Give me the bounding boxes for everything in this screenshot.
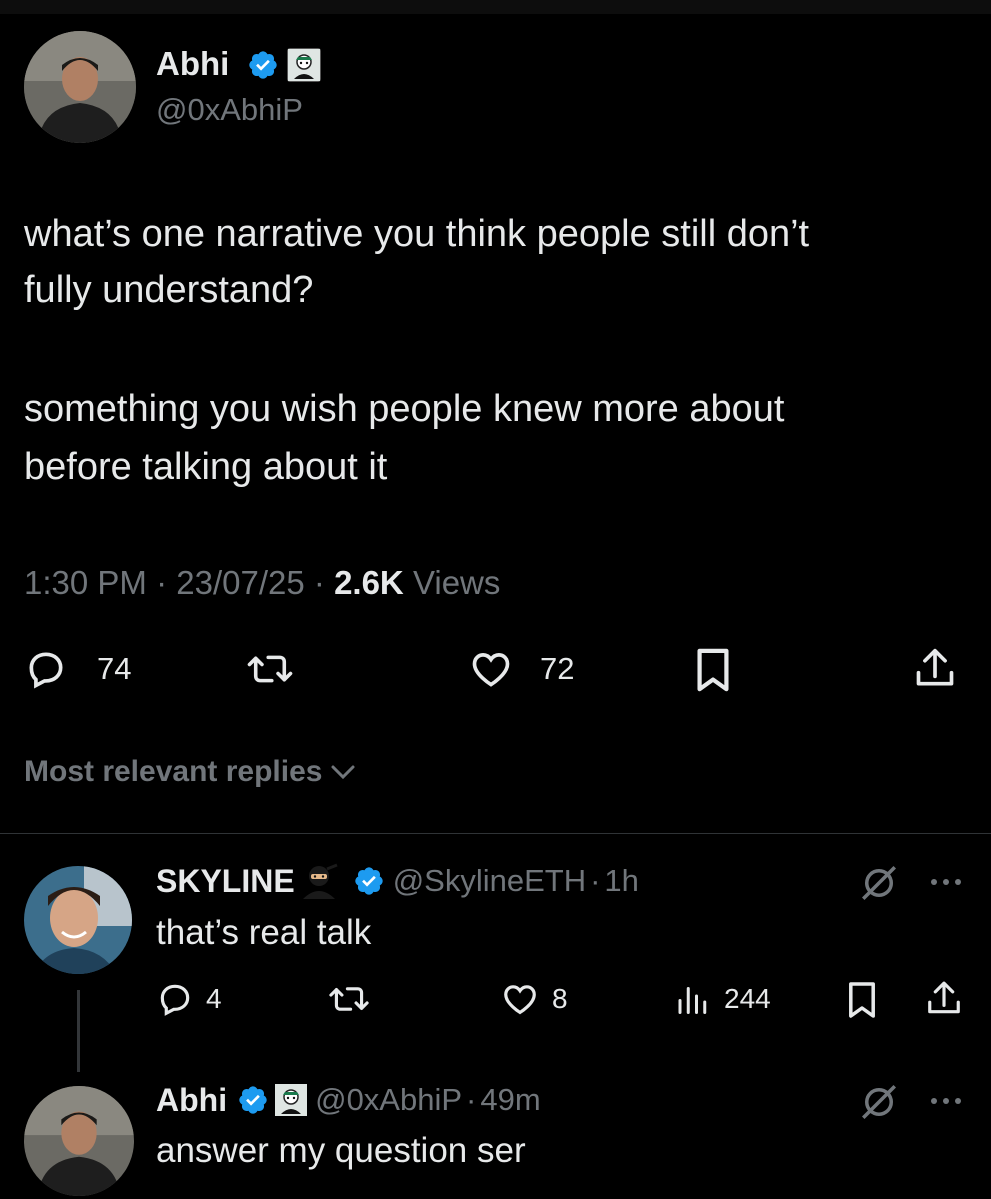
tweet-text-line-3: something you wish people knew more abou… [24,388,785,430]
affiliate-badge-icon [287,48,321,82]
author-handle[interactable]: @0xAbhiP [156,91,303,129]
repost-icon [247,655,293,683]
heart-icon [472,653,510,687]
author-name[interactable]: Abhi [156,44,229,84]
tweet-meta: 1:30 PM · 23/07/25 · 2.6K Views [24,563,500,603]
share-icon [916,648,954,686]
tweet-text-line-1: what’s one narrative you think people st… [24,213,810,255]
sort-label: Most relevant replies [24,755,323,788]
reply-button[interactable]: 4 [156,980,222,1018]
verified-badge-icon [247,49,279,86]
affiliate-badge-icon [275,1084,308,1116]
like-button[interactable]: 72 [468,647,574,691]
share-icon [928,981,960,1014]
meta-separator: · [313,564,325,601]
share-button[interactable] [913,645,957,693]
reply-author-handle[interactable]: @SkylineETH [393,862,586,900]
repost-button[interactable] [327,980,371,1018]
reply-count: 74 [97,651,132,686]
reply-icon [160,984,190,1016]
reply-avatar-abhi[interactable] [24,1086,134,1196]
like-count: 8 [552,983,568,1014]
grok-icon[interactable] [858,862,900,909]
tweet-time[interactable]: 1:30 PM [24,564,147,601]
analytics-icon [678,987,707,1014]
reply-header-skyline: SKYLINE @SkylineETH · 1h [156,862,639,900]
reply-author-handle[interactable]: @0xAbhiP [315,1081,462,1119]
grok-icon[interactable] [858,1081,900,1128]
bookmark-button[interactable] [846,980,878,1020]
reply-header-abhi: Abhi @0xAbhiP · 49m [156,1081,541,1119]
views-count: 2.6K [334,564,404,601]
meta-separator: · [590,863,601,898]
bookmark-icon [697,648,729,692]
author-avatar[interactable] [24,31,136,143]
reply-text: that’s real talk [156,913,372,952]
like-count: 72 [540,651,575,686]
reply-avatar-skyline[interactable] [24,866,132,974]
tweet-text-line-4: before talking about it [24,446,388,488]
heart-icon [504,985,536,1015]
reply-icon [29,652,63,689]
reply-button[interactable]: 74 [24,647,131,691]
reply-time[interactable]: 1h [604,862,638,900]
reply-author-name[interactable]: SKYLINE [156,862,295,900]
tweet-text-line-2: fully understand? [24,269,314,311]
tweet-date[interactable]: 23/07/25 [176,564,304,601]
meta-separator: · [156,564,168,601]
more-options-icon[interactable] [928,868,964,901]
views-count: 244 [724,983,771,1014]
like-button[interactable]: 8 [500,980,568,1018]
meta-separator: · [466,1082,477,1117]
repost-icon [329,987,369,1011]
ninja-emoji-icon [302,863,338,899]
more-options-icon[interactable] [928,1087,964,1120]
section-divider [0,833,991,834]
reply-author-name[interactable]: Abhi [156,1081,227,1119]
repost-button[interactable] [245,647,295,691]
reply-count: 4 [206,983,222,1014]
bookmark-button[interactable] [693,647,733,693]
reply-time[interactable]: 49m [480,1081,540,1119]
share-button[interactable] [925,978,963,1020]
status-strip [0,0,991,14]
reply-text: answer my question ser [156,1131,526,1170]
chevron-down-icon [331,765,355,780]
bookmark-icon [849,982,875,1018]
thread-line [77,990,80,1072]
views-label: Views [412,564,501,601]
verified-badge-icon [355,867,383,895]
verified-badge-icon [239,1086,267,1114]
sort-replies-dropdown[interactable]: Most relevant replies [24,753,358,791]
views-button[interactable]: 244 [674,980,771,1018]
